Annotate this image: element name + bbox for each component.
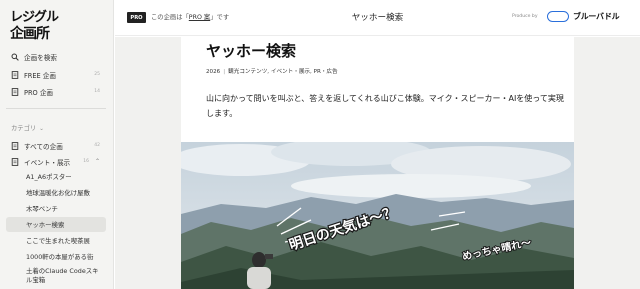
sidebar-item-events[interactable]: イベント・展示 16 ⌃ xyxy=(6,154,106,169)
category-heading[interactable]: カテゴリ ⌄ xyxy=(11,123,44,132)
article-title: ヤッホー検索 xyxy=(206,42,297,60)
sidebar-item-label: すべての企画 xyxy=(24,142,63,151)
produced-by-label: Produce by xyxy=(512,14,538,19)
article-meta: 2026 | 観光コンテンツ, イベント・展示, PR・広告 xyxy=(206,67,338,75)
sidebar: レジグル 企画所 企画を検索 FREE 企画 25 PRO 企画 14 カテゴリ… xyxy=(0,0,114,289)
article-description: 山に向かって問いを叫ぶと、答えを返してくれる山びこ体験。マイク・スピーカー・AI… xyxy=(206,94,564,118)
document-icon xyxy=(11,87,19,96)
chevron-down-icon: ⌄ xyxy=(39,126,44,132)
sidebar-item-all[interactable]: すべての企画 42 xyxy=(6,138,106,153)
chevron-up-icon[interactable]: ⌃ xyxy=(95,158,100,165)
article-card: ヤッホー検索 2026 | 観光コンテンツ, イベント・展示, PR・広告 山に向か… xyxy=(181,37,574,289)
main-content: ヤッホー検索 2026 | 観光コンテンツ, イベント・展示, PR・広告 山に向か… xyxy=(115,37,640,289)
document-icon xyxy=(11,157,19,166)
category-heading-label: カテゴリ xyxy=(11,125,37,132)
brand-mark-icon[interactable] xyxy=(547,11,569,22)
article-tags[interactable]: 観光コンテンツ, イベント・展示, PR・広告 xyxy=(228,69,337,75)
search-icon xyxy=(11,53,19,61)
sidebar-item-label: PRO 企画 xyxy=(24,88,54,97)
hero-image: 明日の天気は〜？ めっちゃ晴れ〜 xyxy=(181,142,574,289)
sidebar-item-pro[interactable]: PRO 企画 14 xyxy=(6,84,106,99)
document-icon xyxy=(11,141,19,150)
sidebar-divider xyxy=(6,108,106,109)
svg-text:レジグル: レジグル xyxy=(10,9,59,25)
document-icon xyxy=(11,70,19,79)
sidebar-subitem[interactable]: 木琴ベンチ xyxy=(6,201,106,216)
sidebar-subitem[interactable]: 地球温暖化お化け屋敷 xyxy=(6,185,106,200)
item-count: 25 xyxy=(94,72,100,77)
svg-text:企画所: 企画所 xyxy=(10,25,50,41)
sidebar-subitem[interactable]: 土着のClaude Codeスキル宝箱 xyxy=(6,265,106,287)
meta-divider: | xyxy=(223,69,226,75)
brand-name[interactable]: ブルーバドル xyxy=(573,11,620,22)
sidebar-item-label: イベント・展示 xyxy=(24,158,71,167)
sidebar-item-label: FREE 企画 xyxy=(24,71,56,80)
item-count: 14 xyxy=(94,89,100,94)
article-year: 2026 xyxy=(206,69,221,75)
sidebar-item-search[interactable]: 企画を検索 xyxy=(6,49,106,64)
sidebar-item-free[interactable]: FREE 企画 25 xyxy=(6,67,106,82)
sidebar-subitem[interactable]: A1_A6ポスター xyxy=(6,169,106,184)
sidebar-item-label: 企画を検索 xyxy=(24,53,57,62)
sidebar-subitem[interactable]: ここで生まれた喫茶展 xyxy=(6,233,106,248)
item-count: 16 xyxy=(83,159,89,164)
sidebar-subitem[interactable]: 1000軒の本屋がある街 xyxy=(6,249,106,264)
sidebar-subitem-active[interactable]: ヤッホー検索 xyxy=(6,217,106,232)
top-header: PRO この企画は「PRO 案」です ヤッホー検索 Produce by ブルー… xyxy=(115,0,640,36)
brand-logo[interactable]: レジグル 企画所 xyxy=(10,7,74,41)
item-count: 42 xyxy=(94,143,100,148)
